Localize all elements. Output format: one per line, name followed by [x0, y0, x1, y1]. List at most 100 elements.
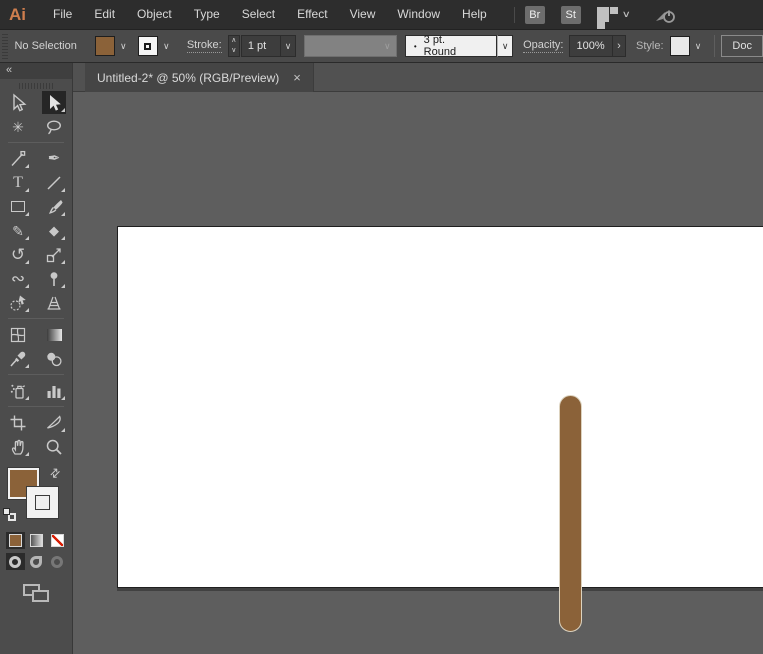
opacity-submenu-arrow-icon[interactable]: › — [613, 35, 626, 57]
workspace-chevron-icon[interactable]: ∨ — [621, 9, 630, 20]
lasso-tool[interactable] — [42, 115, 66, 138]
stock-button[interactable]: St — [561, 6, 581, 24]
stroke-width-stepper[interactable]: ∧ ∨ — [228, 35, 240, 57]
stroke-panel-link[interactable]: Stroke: — [187, 39, 222, 53]
menu-help[interactable]: Help — [451, 0, 498, 29]
change-screen-mode-button[interactable] — [23, 584, 49, 602]
draw-inside-icon — [51, 556, 63, 568]
paintbrush-tool[interactable] — [42, 195, 66, 218]
shape-builder-tool[interactable] — [6, 291, 30, 314]
chevron-down-icon[interactable]: ∨ — [690, 35, 707, 57]
stroke-color-box[interactable] — [27, 487, 58, 518]
tools-panel: « ✳ ✒ T — [0, 63, 73, 654]
stroke-color-dropdown[interactable]: ∨ — [138, 35, 175, 57]
line-segment-tool[interactable] — [42, 171, 66, 194]
opacity-field[interactable]: 100% — [569, 35, 613, 57]
workspace-switcher-icon[interactable] — [597, 7, 619, 22]
tool-divider — [8, 374, 64, 375]
document-setup-button[interactable]: Doc — [721, 35, 763, 57]
menu-view[interactable]: View — [339, 0, 387, 29]
zoom-tool[interactable] — [42, 435, 66, 458]
draw-behind-button[interactable] — [27, 553, 46, 570]
eraser-tool[interactable]: ◆ — [42, 219, 66, 242]
document-tab-title: Untitled-2* @ 50% (RGB/Preview) — [97, 71, 279, 85]
default-fill-stroke-icon[interactable] — [3, 508, 16, 521]
tool-divider — [8, 142, 64, 143]
style-label: Style: — [636, 40, 664, 52]
stepper-up-icon[interactable]: ∧ — [229, 36, 239, 46]
draw-normal-button[interactable] — [6, 553, 25, 570]
symbol-sprayer-tool[interactable] — [6, 379, 30, 402]
scale-tool[interactable] — [42, 243, 66, 266]
perspective-grid-tool[interactable] — [42, 291, 66, 314]
drawn-stick-shape[interactable] — [559, 395, 582, 632]
mesh-tool[interactable] — [6, 323, 30, 346]
bridge-button[interactable]: Br — [525, 6, 545, 24]
chevron-down-icon: ∨ — [379, 35, 396, 57]
magic-wand-tool[interactable]: ✳ — [6, 115, 30, 138]
artboard-tool[interactable] — [6, 411, 30, 434]
width-profile-dropdown-disabled: ∨ — [304, 35, 396, 57]
collapse-panel-icon[interactable]: « — [6, 64, 12, 76]
close-icon[interactable]: × — [293, 70, 301, 85]
menu-effect[interactable]: Effect — [286, 0, 338, 29]
style-swatch[interactable] — [670, 36, 690, 56]
gpu-performance-icon[interactable] — [653, 4, 679, 26]
chevron-down-icon[interactable]: ∨ — [497, 35, 513, 57]
tools-panel-grip[interactable] — [19, 83, 53, 89]
selection-status: No Selection — [14, 40, 76, 52]
menu-object[interactable]: Object — [126, 0, 183, 29]
control-bar: No Selection ∨ ∨ Stroke: ∧ ∨ 1 pt ∨ ∨ • … — [0, 29, 763, 63]
menu-select[interactable]: Select — [231, 0, 286, 29]
artboard[interactable] — [117, 226, 763, 588]
column-graph-tool[interactable] — [42, 379, 66, 402]
menu-file[interactable]: File — [42, 0, 83, 29]
control-bar-separator — [714, 35, 715, 57]
hand-tool[interactable] — [6, 435, 30, 458]
stroke-width-field[interactable]: 1 pt — [241, 35, 281, 57]
panel-grip[interactable] — [2, 33, 8, 59]
width-tool[interactable]: ∾ — [6, 267, 30, 290]
fill-stroke-indicator: ⇄ — [0, 466, 72, 528]
gradient-tool[interactable] — [42, 323, 66, 346]
chevron-down-icon[interactable]: ∨ — [158, 35, 175, 57]
canvas-area[interactable] — [73, 92, 763, 654]
brush-definition-dropdown[interactable]: • 3 pt. Round — [405, 35, 497, 57]
none-button[interactable] — [48, 532, 67, 549]
swap-fill-stroke-icon[interactable]: ⇄ — [47, 464, 64, 481]
brush-name: 3 pt. Round — [424, 34, 476, 58]
type-tool[interactable]: T — [6, 171, 30, 194]
opacity-panel-link[interactable]: Opacity: — [523, 39, 563, 53]
stepper-down-icon[interactable]: ∨ — [229, 46, 239, 56]
selection-tool[interactable] — [6, 91, 30, 114]
color-icon — [9, 534, 22, 547]
blend-tool[interactable] — [42, 347, 66, 370]
document-tab[interactable]: Untitled-2* @ 50% (RGB/Preview) × — [85, 63, 314, 92]
eyedropper-tool[interactable] — [6, 347, 30, 370]
rectangle-tool[interactable] — [6, 195, 30, 218]
app-logo: Ai — [9, 5, 26, 25]
fill-color-dropdown[interactable]: ∨ — [95, 35, 132, 57]
gradient-button[interactable] — [27, 532, 46, 549]
rotate-tool[interactable]: ↺ — [6, 243, 30, 266]
menu-type[interactable]: Type — [183, 0, 231, 29]
style-dropdown[interactable]: ∨ — [670, 35, 707, 57]
direct-selection-tool[interactable] — [42, 91, 66, 114]
draw-normal-icon — [9, 556, 21, 568]
tools-panel-header: « — [0, 63, 72, 79]
pen-tool[interactable] — [6, 147, 30, 170]
menu-edit[interactable]: Edit — [83, 0, 126, 29]
curvature-tool[interactable]: ✒ — [42, 147, 66, 170]
pencil-tool[interactable]: ✎ — [6, 219, 30, 242]
fill-color-swatch[interactable] — [95, 36, 115, 56]
brush-preview-dot-icon: • — [414, 42, 417, 51]
puppet-warp-tool[interactable] — [42, 267, 66, 290]
illustrator-window: Ai File Edit Object Type Select Effect V… — [0, 0, 763, 654]
chevron-down-icon[interactable]: ∨ — [115, 35, 132, 57]
chevron-down-icon[interactable]: ∨ — [281, 35, 297, 57]
tool-divider — [8, 406, 64, 407]
slice-tool[interactable] — [42, 411, 66, 434]
menu-window[interactable]: Window — [386, 0, 451, 29]
stroke-color-swatch[interactable] — [138, 36, 158, 56]
color-button[interactable] — [6, 532, 25, 549]
